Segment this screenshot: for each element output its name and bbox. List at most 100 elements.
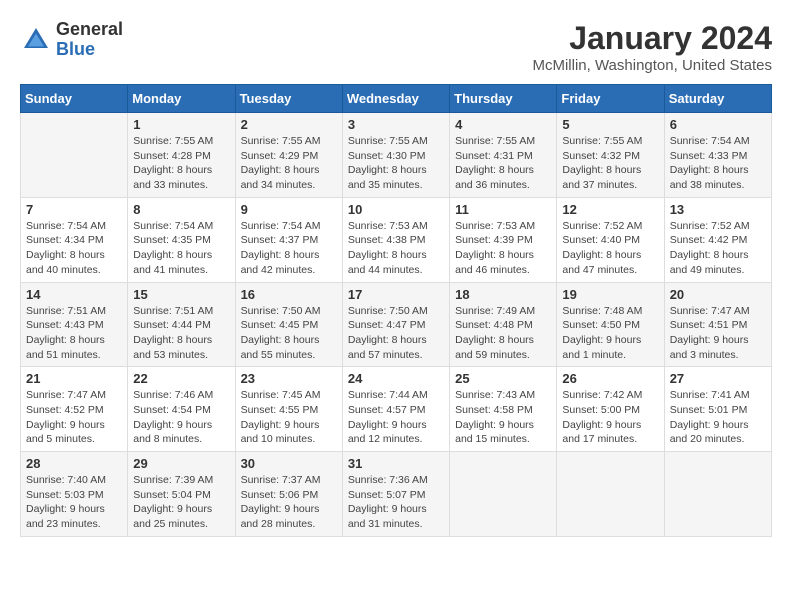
day-number: 31 bbox=[348, 456, 444, 471]
calendar-cell: 27 Sunrise: 7:41 AMSunset: 5:01 PMDayligh… bbox=[664, 367, 771, 452]
day-number: 13 bbox=[670, 202, 766, 217]
weekday-header-friday: Friday bbox=[557, 85, 664, 113]
day-number: 18 bbox=[455, 287, 551, 302]
calendar-cell: 6 Sunrise: 7:54 AMSunset: 4:33 PMDaylight… bbox=[664, 113, 771, 198]
day-number: 6 bbox=[670, 117, 766, 132]
day-number: 10 bbox=[348, 202, 444, 217]
calendar-cell bbox=[21, 113, 128, 198]
month-title: January 2024 bbox=[532, 20, 772, 57]
weekday-header-saturday: Saturday bbox=[664, 85, 771, 113]
cell-info: Sunrise: 7:53 AMSunset: 4:39 PMDaylight:… bbox=[455, 219, 551, 278]
cell-info: Sunrise: 7:37 AMSunset: 5:06 PMDaylight:… bbox=[241, 473, 337, 532]
day-number: 27 bbox=[670, 371, 766, 386]
day-number: 9 bbox=[241, 202, 337, 217]
week-row-3: 14Sunrise: 7:51 AMSunset: 4:43 PMDayligh… bbox=[21, 282, 772, 367]
day-number: 7 bbox=[26, 202, 122, 217]
calendar-cell: 10Sunrise: 7:53 AMSunset: 4:38 PMDayligh… bbox=[342, 197, 449, 282]
calendar-cell: 3 Sunrise: 7:55 AMSunset: 4:30 PMDaylight… bbox=[342, 113, 449, 198]
cell-info: Sunrise: 7:55 AMSunset: 4:32 PMDaylight:… bbox=[562, 134, 658, 193]
calendar-cell: 15 Sunrise: 7:51 AMSunset: 4:44 PMDayligh… bbox=[128, 282, 235, 367]
cell-info: Sunrise: 7:54 AMSunset: 4:33 PMDaylight:… bbox=[670, 134, 766, 193]
day-number: 29 bbox=[133, 456, 229, 471]
logo-text: General Blue bbox=[56, 20, 123, 60]
day-number: 5 bbox=[562, 117, 658, 132]
weekday-header-sunday: Sunday bbox=[21, 85, 128, 113]
calendar-cell: 30 Sunrise: 7:37 AMSunset: 5:06 PMDayligh… bbox=[235, 452, 342, 537]
logo-general: General bbox=[56, 20, 123, 40]
calendar-cell: 21 Sunrise: 7:47 AMSunset: 4:52 PMDayligh… bbox=[21, 367, 128, 452]
cell-info: Sunrise: 7:52 AMSunset: 4:40 PMDaylight:… bbox=[562, 219, 658, 278]
logo: General Blue bbox=[20, 20, 123, 60]
day-number: 17 bbox=[348, 287, 444, 302]
calendar-cell: 22 Sunrise: 7:46 AMSunset: 4:54 PMDayligh… bbox=[128, 367, 235, 452]
day-number: 25 bbox=[455, 371, 551, 386]
calendar-cell: 28 Sunrise: 7:40 AMSunset: 5:03 PMDayligh… bbox=[21, 452, 128, 537]
calendar-cell bbox=[664, 452, 771, 537]
day-number: 4 bbox=[455, 117, 551, 132]
header-row: SundayMondayTuesdayWednesdayThursdayFrid… bbox=[21, 85, 772, 113]
weekday-header-wednesday: Wednesday bbox=[342, 85, 449, 113]
calendar-cell: 31 Sunrise: 7:36 AMSunset: 5:07 PMDayligh… bbox=[342, 452, 449, 537]
calendar-cell: 23Sunrise: 7:45 AMSunset: 4:55 PMDayligh… bbox=[235, 367, 342, 452]
calendar-cell: 1 Sunrise: 7:55 AMSunset: 4:28 PMDaylight… bbox=[128, 113, 235, 198]
weekday-header-monday: Monday bbox=[128, 85, 235, 113]
cell-info: Sunrise: 7:55 AMSunset: 4:30 PMDaylight:… bbox=[348, 134, 444, 193]
cell-info: Sunrise: 7:50 AMSunset: 4:45 PMDaylight:… bbox=[241, 304, 337, 363]
logo-blue: Blue bbox=[56, 40, 123, 60]
day-number: 1 bbox=[133, 117, 229, 132]
week-row-2: 7 Sunrise: 7:54 AMSunset: 4:34 PMDaylight… bbox=[21, 197, 772, 282]
cell-info: Sunrise: 7:42 AMSunset: 5:00 PMDaylight:… bbox=[562, 388, 658, 447]
calendar-cell: 16 Sunrise: 7:50 AMSunset: 4:45 PMDayligh… bbox=[235, 282, 342, 367]
cell-info: Sunrise: 7:55 AMSunset: 4:31 PMDaylight:… bbox=[455, 134, 551, 193]
cell-info: Sunrise: 7:54 AMSunset: 4:35 PMDaylight:… bbox=[133, 219, 229, 278]
day-number: 22 bbox=[133, 371, 229, 386]
day-number: 20 bbox=[670, 287, 766, 302]
calendar-cell: 25 Sunrise: 7:43 AMSunset: 4:58 PMDayligh… bbox=[450, 367, 557, 452]
day-number: 15 bbox=[133, 287, 229, 302]
cell-info: Sunrise: 7:47 AMSunset: 4:52 PMDaylight:… bbox=[26, 388, 122, 447]
cell-info: Sunrise: 7:52 AMSunset: 4:42 PMDaylight:… bbox=[670, 219, 766, 278]
cell-info: Sunrise: 7:51 AMSunset: 4:44 PMDaylight:… bbox=[133, 304, 229, 363]
day-number: 21 bbox=[26, 371, 122, 386]
day-number: 2 bbox=[241, 117, 337, 132]
location: McMillin, Washington, United States bbox=[532, 57, 772, 74]
cell-info: Sunrise: 7:54 AMSunset: 4:37 PMDaylight:… bbox=[241, 219, 337, 278]
calendar-cell: 12Sunrise: 7:52 AMSunset: 4:40 PMDayligh… bbox=[557, 197, 664, 282]
cell-info: Sunrise: 7:36 AMSunset: 5:07 PMDaylight:… bbox=[348, 473, 444, 532]
cell-info: Sunrise: 7:46 AMSunset: 4:54 PMDaylight:… bbox=[133, 388, 229, 447]
cell-info: Sunrise: 7:49 AMSunset: 4:48 PMDaylight:… bbox=[455, 304, 551, 363]
day-number: 30 bbox=[241, 456, 337, 471]
calendar-cell: 24Sunrise: 7:44 AMSunset: 4:57 PMDayligh… bbox=[342, 367, 449, 452]
day-number: 16 bbox=[241, 287, 337, 302]
calendar-cell: 19Sunrise: 7:48 AMSunset: 4:50 PMDayligh… bbox=[557, 282, 664, 367]
calendar-cell: 18 Sunrise: 7:49 AMSunset: 4:48 PMDayligh… bbox=[450, 282, 557, 367]
week-row-4: 21 Sunrise: 7:47 AMSunset: 4:52 PMDayligh… bbox=[21, 367, 772, 452]
calendar-cell: 7 Sunrise: 7:54 AMSunset: 4:34 PMDaylight… bbox=[21, 197, 128, 282]
cell-info: Sunrise: 7:54 AMSunset: 4:34 PMDaylight:… bbox=[26, 219, 122, 278]
title-block: January 2024 McMillin, Washington, Unite… bbox=[532, 20, 772, 74]
cell-info: Sunrise: 7:40 AMSunset: 5:03 PMDaylight:… bbox=[26, 473, 122, 532]
cell-info: Sunrise: 7:55 AMSunset: 4:28 PMDaylight:… bbox=[133, 134, 229, 193]
calendar-cell: 14Sunrise: 7:51 AMSunset: 4:43 PMDayligh… bbox=[21, 282, 128, 367]
day-number: 28 bbox=[26, 456, 122, 471]
week-row-1: 1 Sunrise: 7:55 AMSunset: 4:28 PMDaylight… bbox=[21, 113, 772, 198]
calendar-cell: 13 Sunrise: 7:52 AMSunset: 4:42 PMDayligh… bbox=[664, 197, 771, 282]
cell-info: Sunrise: 7:43 AMSunset: 4:58 PMDaylight:… bbox=[455, 388, 551, 447]
day-number: 3 bbox=[348, 117, 444, 132]
cell-info: Sunrise: 7:44 AMSunset: 4:57 PMDaylight:… bbox=[348, 388, 444, 447]
weekday-header-thursday: Thursday bbox=[450, 85, 557, 113]
cell-info: Sunrise: 7:47 AMSunset: 4:51 PMDaylight:… bbox=[670, 304, 766, 363]
page-header: General Blue January 2024 McMillin, Wash… bbox=[20, 20, 772, 74]
calendar-cell: 2 Sunrise: 7:55 AMSunset: 4:29 PMDaylight… bbox=[235, 113, 342, 198]
calendar-cell: 5 Sunrise: 7:55 AMSunset: 4:32 PMDaylight… bbox=[557, 113, 664, 198]
calendar-cell: 4 Sunrise: 7:55 AMSunset: 4:31 PMDaylight… bbox=[450, 113, 557, 198]
week-row-5: 28 Sunrise: 7:40 AMSunset: 5:03 PMDayligh… bbox=[21, 452, 772, 537]
cell-info: Sunrise: 7:55 AMSunset: 4:29 PMDaylight:… bbox=[241, 134, 337, 193]
day-number: 8 bbox=[133, 202, 229, 217]
calendar-cell bbox=[557, 452, 664, 537]
calendar-cell bbox=[450, 452, 557, 537]
day-number: 11 bbox=[455, 202, 551, 217]
calendar-cell: 26Sunrise: 7:42 AMSunset: 5:00 PMDayligh… bbox=[557, 367, 664, 452]
calendar-cell: 29Sunrise: 7:39 AMSunset: 5:04 PMDayligh… bbox=[128, 452, 235, 537]
cell-info: Sunrise: 7:41 AMSunset: 5:01 PMDaylight:… bbox=[670, 388, 766, 447]
